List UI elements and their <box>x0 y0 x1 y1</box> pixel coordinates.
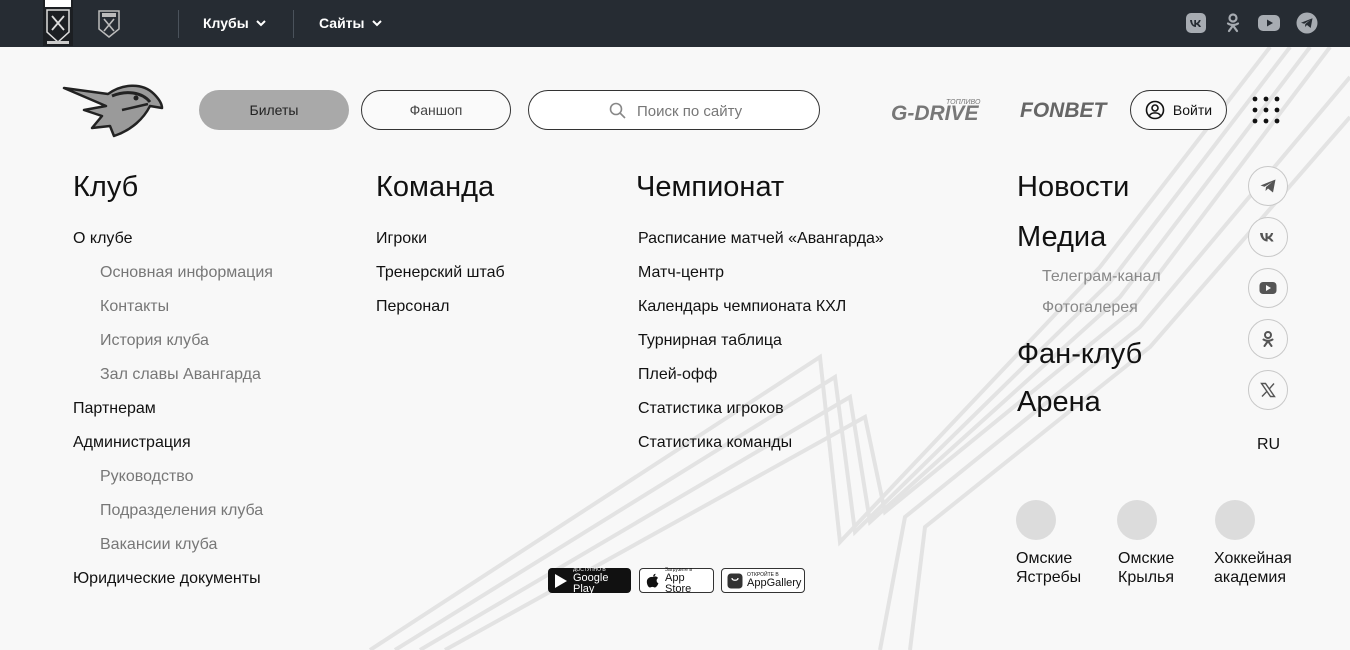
mhl-logo[interactable] <box>96 7 122 39</box>
omskie-yastreby-logo[interactable] <box>1016 500 1056 540</box>
badge-text: App Store <box>665 571 692 595</box>
odnoklassniki-button[interactable] <box>1248 319 1288 359</box>
badge-text: Google Play <box>573 571 609 595</box>
chevron-down-icon <box>371 20 382 27</box>
menu-sublink-history[interactable]: История клуба <box>100 332 209 350</box>
google-play-badge[interactable]: ДОСТУПНО В Google Play <box>548 567 631 595</box>
menu-sublink-photo-gallery[interactable]: Фотогалерея <box>1042 299 1138 317</box>
menu-sublink-departments[interactable]: Подразделения клуба <box>100 502 263 520</box>
affiliate-label-line: Ястребы <box>1016 569 1082 586</box>
search-icon <box>609 102 626 119</box>
menu-sublink-telegram-channel[interactable]: Телеграм-канал <box>1042 268 1161 286</box>
google-play-icon <box>555 573 567 588</box>
affiliate-label-line: Омские <box>1016 550 1073 567</box>
tickets-button-label: Билеты <box>249 102 299 118</box>
menu-link-coaching-staff[interactable]: Тренерский штаб <box>376 264 505 282</box>
fan-club-link[interactable]: Фан-клуб <box>1017 338 1142 371</box>
divider <box>293 10 294 38</box>
apple-icon <box>646 573 659 587</box>
khl-logo[interactable] <box>43 0 73 46</box>
sites-menu-label: Сайты <box>319 15 365 31</box>
apps-grid-icon[interactable] <box>1252 96 1280 124</box>
user-icon <box>1145 100 1165 120</box>
menu-sublink-contacts[interactable]: Контакты <box>100 298 169 316</box>
menu-link-playoff[interactable]: Плей-офф <box>638 366 717 384</box>
menu-sublink-management[interactable]: Руководство <box>100 468 194 486</box>
menu-link-team-stats[interactable]: Статистика команды <box>638 434 792 452</box>
menu-link-standings[interactable]: Турнирная таблица <box>638 332 782 350</box>
odnoklassniki-icon <box>1262 331 1274 347</box>
menu-link-khl-calendar[interactable]: Календарь чемпионата КХЛ <box>638 298 846 316</box>
youtube-button[interactable] <box>1248 268 1288 308</box>
vk-icon <box>1260 233 1274 242</box>
menu-sublink-vacancies[interactable]: Вакансии клуба <box>100 536 217 554</box>
menu-link-personnel[interactable]: Персонал <box>376 298 449 316</box>
sites-menu[interactable]: Сайты <box>319 15 383 31</box>
app-store-badge[interactable]: Загрузите в App Store <box>639 567 714 595</box>
affiliate-omskie-yastreby[interactable]: Омские Ястребы <box>1016 549 1081 587</box>
top-bar: Клубы Сайты <box>0 0 1350 47</box>
hockey-academy-logo[interactable] <box>1215 500 1255 540</box>
login-button-label: Войти <box>1172 102 1213 118</box>
language-switcher[interactable]: RU <box>1257 436 1280 454</box>
avangard-logo[interactable] <box>62 82 164 138</box>
menu-sublink-hall-of-fame[interactable]: Зал славы Авангарда <box>100 366 261 384</box>
fanshop-button-label: Фаншоп <box>409 102 463 118</box>
affiliate-label-line: Хоккейная <box>1214 550 1292 567</box>
telegram-icon[interactable] <box>1296 12 1318 34</box>
youtube-icon[interactable] <box>1258 12 1280 34</box>
club-title[interactable]: Клуб <box>73 171 138 204</box>
youtube-icon <box>1259 282 1277 294</box>
clubs-menu[interactable]: Клубы <box>203 15 267 31</box>
affiliate-hockey-academy[interactable]: Хоккейная академия <box>1214 549 1292 587</box>
menu-link-players[interactable]: Игроки <box>376 230 427 248</box>
affiliate-label-line: академия <box>1214 569 1286 586</box>
championship-title[interactable]: Чемпионат <box>636 171 784 204</box>
odnoklassniki-icon[interactable] <box>1222 12 1244 34</box>
search-input[interactable] <box>637 101 807 121</box>
divider <box>178 10 179 38</box>
fanshop-button[interactable]: Фаншоп <box>361 90 511 130</box>
arena-link[interactable]: Арена <box>1017 386 1101 419</box>
vk-icon[interactable] <box>1185 12 1207 34</box>
affiliate-label-line: Крылья <box>1118 569 1175 586</box>
telegram-button[interactable] <box>1248 166 1288 206</box>
x-icon <box>1260 382 1276 398</box>
app-gallery-badge[interactable]: ОТКРОЙТЕ В AppGallery <box>721 568 805 593</box>
menu-link-legal-documents[interactable]: Юридические документы <box>73 570 261 588</box>
badge-text: AppGallery <box>747 577 802 589</box>
huawei-icon <box>727 573 743 588</box>
menu-link-about[interactable]: О клубе <box>73 230 132 248</box>
tickets-button[interactable]: Билеты <box>199 90 349 130</box>
team-title[interactable]: Команда <box>376 171 494 204</box>
menu-link-player-stats[interactable]: Статистика игроков <box>638 400 784 418</box>
news-link[interactable]: Новости <box>1017 171 1129 204</box>
menu-sublink-main-info[interactable]: Основная информация <box>100 264 273 282</box>
telegram-icon <box>1260 179 1276 193</box>
vk-button[interactable] <box>1248 217 1288 257</box>
x-button[interactable] <box>1248 370 1288 410</box>
clubs-menu-label: Клубы <box>203 15 249 31</box>
omskie-krylya-logo[interactable] <box>1117 500 1157 540</box>
menu-link-administration[interactable]: Администрация <box>73 434 191 452</box>
menu-link-schedule[interactable]: Расписание матчей «Авангарда» <box>638 230 884 248</box>
g-drive-text: G-DRIVE <box>891 102 980 125</box>
menu-link-match-center[interactable]: Матч-центр <box>638 264 724 282</box>
login-button[interactable]: Войти <box>1130 90 1227 130</box>
media-link[interactable]: Медиа <box>1017 221 1106 254</box>
menu-link-partners[interactable]: Партнерам <box>73 400 156 418</box>
search-box[interactable] <box>528 90 820 130</box>
g-drive-logo[interactable]: ТОПЛИВО G-DRIVE <box>890 96 994 126</box>
affiliate-omskie-krylya[interactable]: Омские Крылья <box>1118 549 1174 587</box>
fonbet-logo[interactable]: FONBET <box>1020 99 1106 123</box>
affiliate-label-line: Омские <box>1118 550 1175 567</box>
chevron-down-icon <box>255 20 266 27</box>
